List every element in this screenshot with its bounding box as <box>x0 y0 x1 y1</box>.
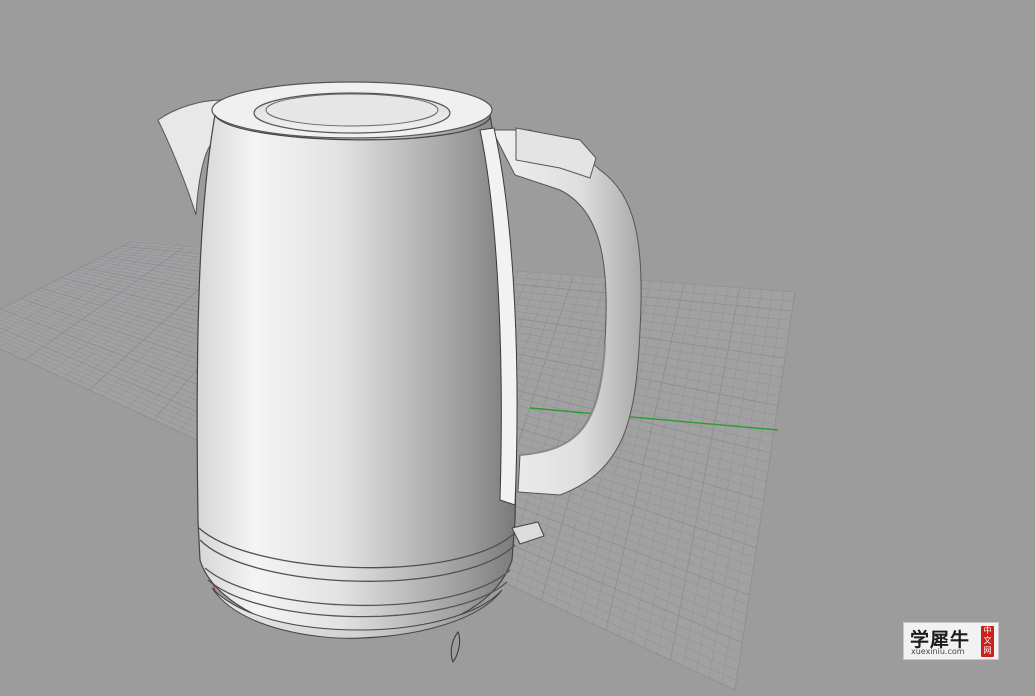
watermark-url: xuexiniu.com <box>911 647 965 656</box>
drop-marker <box>450 630 461 664</box>
watermark-logo: 学犀牛 xuexiniu.com 中文网 <box>903 622 999 660</box>
kettle-lid[interactable] <box>265 93 439 127</box>
viewport-canvas[interactable] <box>0 0 1035 696</box>
watermark-stamp: 中文网 <box>981 626 994 657</box>
kettle-body <box>196 114 517 639</box>
render-viewport[interactable] <box>0 0 1035 696</box>
